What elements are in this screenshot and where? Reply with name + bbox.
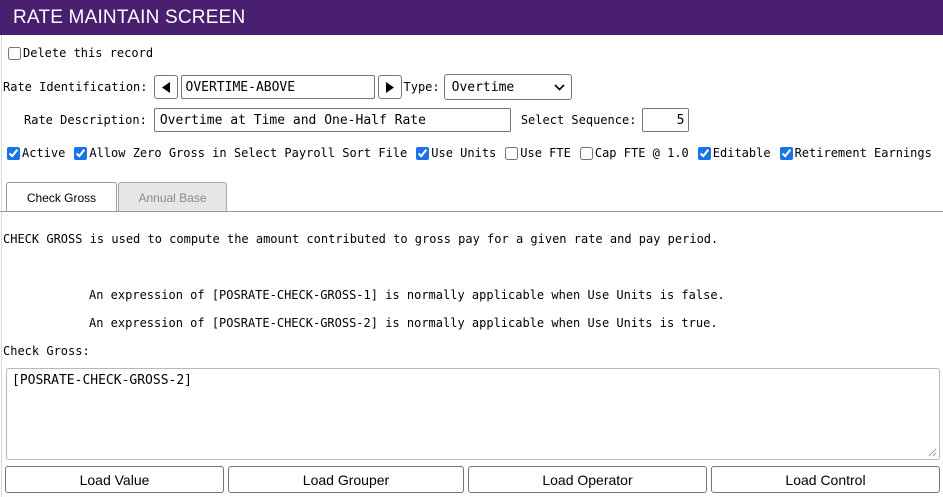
check-gross-label: Check Gross:	[3, 344, 90, 358]
rate-description-label: Rate Description:	[24, 113, 147, 127]
caret-right-icon	[385, 81, 394, 93]
page-title: RATE MAINTAIN SCREEN	[0, 0, 943, 35]
delete-record-checkbox[interactable]	[8, 46, 21, 60]
chevron-down-icon	[554, 83, 565, 91]
rate-identification-input[interactable]: OVERTIME-ABOVE	[180, 75, 375, 99]
delete-record-label: Delete this record	[23, 46, 154, 60]
editable-label: Editable	[712, 146, 771, 160]
load-value-button[interactable]: Load Value	[5, 466, 224, 493]
help-text-line-2: An expression of [POSRATE-CHECK-GROSS-1]…	[89, 288, 725, 302]
load-grouper-button[interactable]: Load Grouper	[228, 466, 464, 493]
active-label: Active	[22, 146, 66, 160]
select-sequence-label: Select Sequence:	[520, 113, 637, 127]
tab-divider	[0, 211, 943, 212]
load-control-button[interactable]: Load Control	[711, 466, 940, 493]
use-units-label: Use Units	[431, 146, 497, 160]
editable-checkbox[interactable]	[697, 146, 711, 160]
retirement-earnings-label: Retirement Earnings	[794, 146, 932, 160]
retirement-earnings-checkbox[interactable]	[779, 146, 793, 160]
allow-zero-gross-label: Allow Zero Gross in Select Payroll Sort …	[89, 146, 408, 160]
type-select-value: Overtime	[451, 79, 515, 95]
tab-annual-base-label: Annual Base	[138, 190, 207, 205]
load-operator-button[interactable]: Load Operator	[468, 466, 707, 493]
previous-rate-button[interactable]	[153, 75, 178, 99]
tab-check-gross[interactable]: Check Gross	[6, 182, 117, 212]
allow-zero-gross-checkbox[interactable]	[74, 146, 88, 160]
type-label: Type:	[403, 80, 440, 94]
resize-grip-icon[interactable]	[928, 448, 937, 457]
tab-check-gross-label: Check Gross	[26, 190, 97, 205]
use-fte-checkbox[interactable]	[505, 146, 519, 160]
help-text-line-1: CHECK GROSS is used to compute the amoun…	[3, 232, 719, 246]
next-rate-button[interactable]	[377, 75, 402, 99]
help-text-line-3: An expression of [POSRATE-CHECK-GROSS-2]…	[89, 316, 718, 330]
type-select[interactable]: Overtime	[443, 74, 572, 100]
select-sequence-input[interactable]: 5	[642, 108, 690, 132]
tab-annual-base[interactable]: Annual Base	[118, 182, 227, 212]
left-border	[1, 35, 2, 497]
caret-left-icon	[161, 81, 170, 93]
use-fte-label: Use FTE	[520, 146, 571, 160]
active-checkbox[interactable]	[7, 146, 20, 160]
use-units-checkbox[interactable]	[416, 146, 430, 160]
check-gross-textarea[interactable]: [POSRATE-CHECK-GROSS-2]	[6, 368, 940, 460]
rate-identification-label: Rate Identification:	[3, 80, 148, 94]
cap-fte-label: Cap FTE @ 1.0	[594, 146, 689, 160]
rate-description-input[interactable]: Overtime at Time and One-Half Rate	[153, 108, 511, 132]
check-gross-value: [POSRATE-CHECK-GROSS-2]	[12, 373, 193, 388]
cap-fte-checkbox[interactable]	[579, 146, 593, 160]
